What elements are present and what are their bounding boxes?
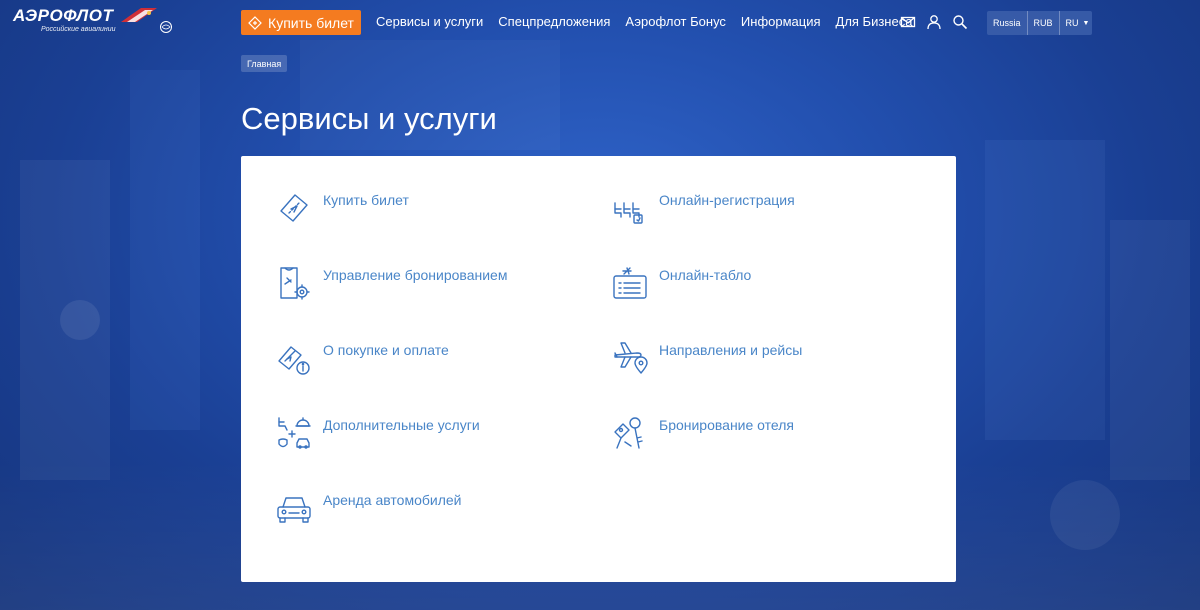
service-label: Онлайн-табло: [659, 267, 752, 283]
service-label: Управление бронированием: [323, 267, 508, 283]
service-purchase-payment[interactable]: О покупке и оплате: [275, 339, 449, 377]
services-card: Купить билет Онлайн-регистрация Управлен…: [241, 156, 956, 582]
language-value: RU: [1065, 18, 1079, 28]
aeroflot-logo[interactable]: АЭРОФЛОТ Российские авиалинии: [13, 6, 172, 38]
background-decor: [1110, 220, 1190, 480]
buy-ticket-button[interactable]: Купить билет: [241, 10, 361, 35]
service-destinations[interactable]: Направления и рейсы: [611, 339, 802, 377]
service-label: Аренда автомобилей: [323, 492, 462, 508]
car-icon: [275, 489, 313, 527]
background-decor: [1050, 480, 1120, 550]
flight-board-icon: [611, 264, 649, 302]
service-label: О покупке и оплате: [323, 342, 449, 358]
language-selector[interactable]: RU ▼: [1058, 11, 1096, 35]
service-online-checkin[interactable]: Онлайн-регистрация: [611, 189, 795, 227]
nav-services[interactable]: Сервисы и услуги: [376, 14, 483, 29]
main-nav: Сервисы и услуги Спецпредложения Аэрофло…: [376, 14, 912, 29]
service-hotel-booking[interactable]: Бронирование отеля: [611, 414, 794, 452]
service-label: Направления и рейсы: [659, 342, 803, 358]
breadcrumb-home[interactable]: Главная: [241, 55, 288, 72]
service-label: Онлайн-регистрация: [659, 192, 795, 208]
service-flight-board[interactable]: Онлайн-табло: [611, 264, 751, 302]
service-label: Купить билет: [323, 192, 409, 208]
search-icon[interactable]: [952, 14, 968, 30]
background-decor: [130, 70, 200, 430]
hotel-keys-icon: [611, 414, 649, 452]
caret-down-icon: ▼: [1082, 19, 1090, 27]
country-selector[interactable]: Russia: [987, 11, 1027, 35]
plane-location-icon: [611, 339, 649, 377]
service-label: Дополнительные услуги: [323, 417, 480, 433]
locale-selector[interactable]: Russia RUB RU ▼: [987, 11, 1092, 35]
extra-services-icon: [275, 414, 313, 452]
background-decor: [985, 140, 1105, 440]
skyteam-icon: [160, 21, 172, 33]
wing-logo-icon: [121, 8, 157, 22]
nav-information[interactable]: Информация: [741, 14, 821, 29]
booking-settings-icon: [275, 264, 313, 302]
background-decor: [60, 300, 100, 340]
ticket-icon: [275, 189, 313, 227]
payment-info-icon: [275, 339, 313, 377]
logo-wordmark: АЭРОФЛОТ: [13, 6, 114, 25]
site-header: АЭРОФЛОТ Российские авиалинии Купить бил…: [0, 0, 1200, 44]
service-car-rental[interactable]: Аренда автомобилей: [275, 489, 461, 527]
ticket-icon: [248, 15, 262, 30]
service-manage-booking[interactable]: Управление бронированием: [275, 264, 507, 302]
seats-icon: [611, 189, 649, 227]
service-additional[interactable]: Дополнительные услуги: [275, 414, 480, 452]
service-label: Бронирование отеля: [659, 417, 794, 433]
mail-icon[interactable]: [900, 14, 916, 30]
service-buy-ticket[interactable]: Купить билет: [275, 189, 409, 227]
logo-subtitle: Российские авиалинии: [41, 26, 116, 33]
nav-special-offers[interactable]: Спецпредложения: [498, 14, 610, 29]
nav-aeroflot-bonus[interactable]: Аэрофлот Бонус: [625, 14, 726, 29]
currency-selector[interactable]: RUB: [1026, 11, 1059, 35]
buy-ticket-label: Купить билет: [268, 14, 354, 31]
user-icon[interactable]: [926, 14, 942, 30]
page-title: Сервисы и услуги: [241, 101, 497, 136]
